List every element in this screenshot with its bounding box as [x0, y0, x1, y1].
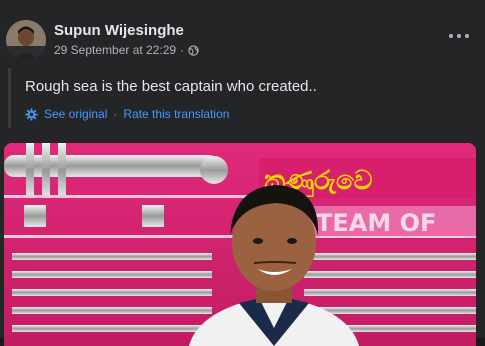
post-card: Supun Wijesinghe 29 September at 22:29 ·…: [0, 8, 485, 346]
translation-bar: [8, 68, 11, 128]
post-photo[interactable]: කුණුරුවෙ TEAM OF: [4, 143, 476, 346]
timestamp[interactable]: 29 September at 22:29: [54, 43, 176, 57]
gear-icon: [25, 107, 38, 121]
see-original-link[interactable]: See original: [44, 107, 107, 121]
author-name[interactable]: Supun Wijesinghe: [54, 22, 184, 39]
globe-icon[interactable]: [188, 44, 199, 56]
more-options-icon[interactable]: [449, 34, 469, 38]
meta-separator: ·: [180, 43, 185, 57]
rate-translation-link[interactable]: Rate this translation: [123, 107, 229, 121]
top-bar: [0, 0, 485, 8]
avatar[interactable]: [6, 20, 46, 60]
link-separator: ·: [113, 107, 118, 121]
post-meta: 29 September at 22:29 ·: [54, 43, 199, 57]
team-text: TEAM OF: [316, 209, 436, 237]
translation-row: See original · Rate this translation: [25, 107, 229, 121]
post-text: Rough sea is the best captain who create…: [25, 78, 317, 95]
